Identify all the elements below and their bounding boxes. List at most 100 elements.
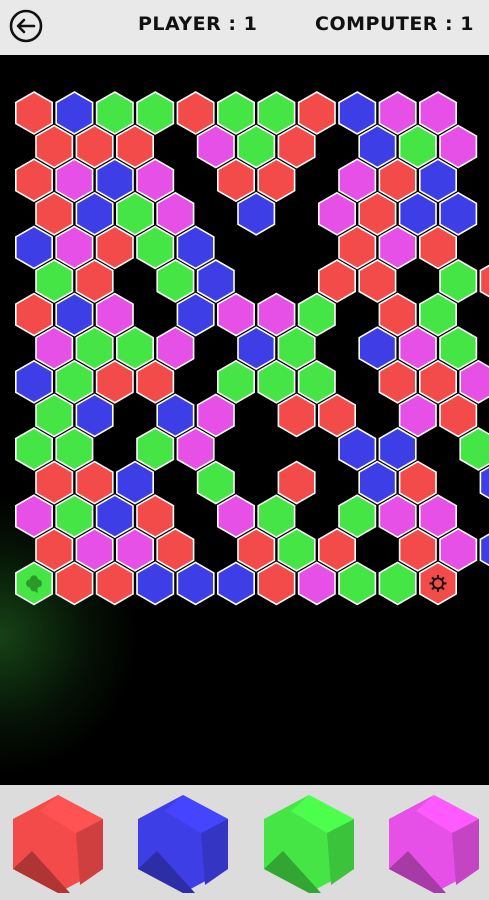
- hex-cell-blue: [378, 427, 417, 471]
- hex-cell-red: [398, 527, 437, 572]
- hex-cell-pink: [439, 527, 478, 572]
- hex-cell-green: [75, 326, 114, 371]
- hex-cell-blue: [439, 191, 478, 236]
- hex-cell-red: [257, 158, 296, 203]
- hex-cell-blue: [338, 91, 377, 135]
- hex-cell-pink: [217, 494, 255, 539]
- hex-cell-blue: [217, 561, 255, 606]
- hex-cell-green: [136, 427, 175, 471]
- hex-cell-pink: [156, 191, 195, 236]
- computer-score: COMPUTER : 1: [315, 13, 474, 35]
- hex-cell-pink: [418, 91, 458, 135]
- hex-cell-red: [317, 527, 357, 572]
- hex-cell-red: [156, 527, 195, 572]
- hex-cell-green: [338, 561, 377, 606]
- hex-cell-pink: [217, 292, 255, 337]
- hex-cell-blue: [338, 427, 377, 471]
- hex-cell-pink: [297, 561, 336, 606]
- hex-cell-green: [35, 393, 74, 438]
- pink-color-button[interactable]: [386, 793, 482, 895]
- hex-cell-red: [95, 225, 134, 270]
- hex-cell-green: [217, 359, 255, 404]
- hex-cell-red: [317, 393, 357, 438]
- hex-cell-pink: [95, 292, 134, 337]
- hex-cell-pink: [196, 393, 235, 438]
- hex-cell-red: [378, 292, 417, 337]
- hex-cell-red: [358, 259, 397, 303]
- hex-cell-blue: [95, 494, 134, 539]
- hex-cell-red: [418, 225, 458, 270]
- hex-cell-red: [297, 91, 336, 135]
- hex-cell-green: [237, 124, 276, 169]
- hex-cell-blue: [95, 158, 134, 203]
- hex-cell-pink: [15, 494, 54, 539]
- hex-cell-pink: [317, 191, 357, 236]
- hex-cell-blue: [176, 292, 215, 337]
- hex-cell-red: [35, 460, 74, 505]
- blue-color-button[interactable]: [135, 793, 231, 895]
- hex-cell-blue: [176, 561, 215, 606]
- hex-cell-red: [257, 561, 296, 606]
- hex-cell-red: [75, 124, 114, 169]
- hex-cell-green: [196, 460, 235, 505]
- hex-cell-green: [297, 292, 336, 337]
- hex-cell-green: [297, 359, 336, 404]
- hex-cell-green: [338, 494, 377, 539]
- back-arrow-icon[interactable]: [9, 9, 43, 43]
- color-picker-bar: [0, 785, 489, 900]
- hex-cell-red: [439, 393, 478, 438]
- hex-cell-blue: [358, 460, 397, 505]
- hex-cell-blue: [358, 124, 397, 169]
- hex-cell-blue: [479, 533, 489, 567]
- hex-cell-blue: [196, 259, 235, 303]
- hex-cell-pink: [35, 326, 74, 371]
- hex-cell-red: [237, 527, 276, 572]
- hex-cell-red: [176, 91, 215, 135]
- hex-cell-pink: [459, 359, 489, 404]
- hex-cell-green: [257, 359, 296, 404]
- hex-cell-red: [15, 158, 54, 203]
- hex-cell-red: [317, 259, 357, 303]
- hex-cell-red: [75, 460, 114, 505]
- hex-cell-red: [398, 460, 437, 505]
- hex-cell-red: [217, 158, 255, 203]
- hex-cell-green: [257, 494, 296, 539]
- hex-cell-red: [378, 359, 417, 404]
- hex-cell-blue: [75, 191, 114, 236]
- hex-cell-pink: [398, 326, 437, 371]
- hex-cell-red: [277, 124, 316, 169]
- hex-cell-blue: [75, 393, 114, 438]
- hex-cell-red: [358, 191, 397, 236]
- hex-cell-green: [55, 359, 94, 404]
- hex-cell-green: [398, 124, 437, 169]
- hex-cell-red: [55, 561, 94, 606]
- hex-cell-green: [136, 225, 175, 270]
- hex-cell-red: [15, 91, 54, 135]
- hex-cell-green: [35, 259, 74, 303]
- hex-cell-green: [55, 427, 94, 471]
- hex-cell-pink: [55, 225, 94, 270]
- hex-cell-green: [418, 292, 458, 337]
- hex-cell-blue: [418, 158, 458, 203]
- hex-cell-red: [35, 191, 74, 236]
- hex-cell-green: [459, 427, 489, 471]
- hex-cell-blue: [15, 225, 54, 270]
- top-bar: PLAYER : 1 COMPUTER : 1: [0, 0, 489, 55]
- hex-cell-green: [136, 91, 175, 135]
- hex-cell-blue: [156, 393, 195, 438]
- hex-cell-red: [136, 494, 175, 539]
- hex-cell-red: [277, 460, 316, 505]
- red-color-button[interactable]: [10, 793, 106, 895]
- hex-cell-green: [156, 259, 195, 303]
- hex-cell-green: [439, 326, 478, 371]
- hex-cell-pink: [176, 427, 215, 471]
- hex-cell-green: [439, 259, 478, 303]
- hex-cell-pink: [378, 494, 417, 539]
- hex-cell-pink: [196, 124, 235, 169]
- hex-cell-red: [35, 124, 74, 169]
- hex-cell-pink: [378, 225, 417, 270]
- hex-cell-blue: [176, 225, 215, 270]
- hex-cell-pink: [75, 527, 114, 572]
- hex-cell-blue: [15, 359, 54, 404]
- green-color-button[interactable]: [261, 793, 357, 895]
